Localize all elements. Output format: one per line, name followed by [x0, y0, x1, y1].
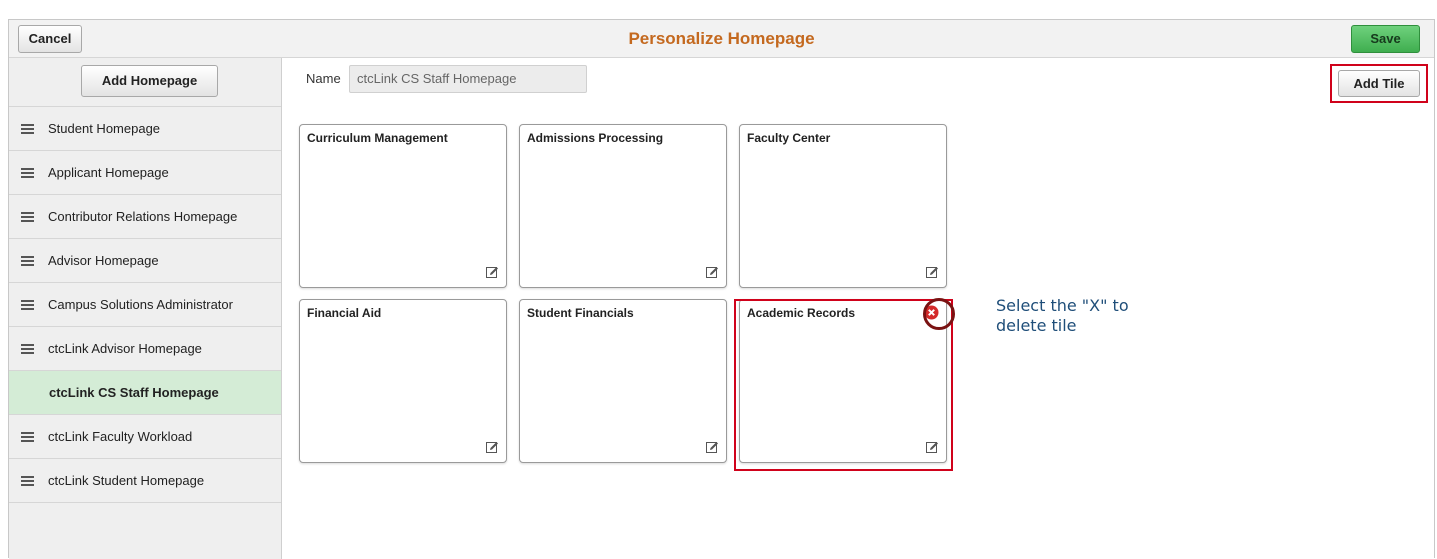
sidebar-item[interactable]: ctcLink CS Staff Homepage: [9, 371, 281, 415]
callout-text: Select the "X" to delete tile: [996, 296, 1166, 336]
save-button[interactable]: Save: [1351, 25, 1420, 53]
sidebar-item[interactable]: ctcLink Advisor Homepage: [9, 327, 281, 371]
edit-tile-icon[interactable]: [486, 266, 499, 279]
tile-title: Financial Aid: [307, 306, 382, 320]
homepage-sidebar: Add Homepage Student Homepage Applicant H…: [9, 58, 282, 559]
tile-workspace: Name ctcLink CS Staff Homepage Add Tile …: [282, 58, 1434, 559]
homepage-tile[interactable]: Faculty Center: [739, 124, 947, 288]
tile-title: Curriculum Management: [307, 131, 448, 145]
tile-title: Student Financials: [527, 306, 634, 320]
name-label: Name: [306, 71, 341, 86]
sidebar-item[interactable]: Applicant Homepage: [9, 151, 281, 195]
sidebar-item-label: ctcLink Advisor Homepage: [48, 341, 202, 356]
edit-tile-icon[interactable]: [486, 441, 499, 454]
sidebar-item[interactable]: Campus Solutions Administrator: [9, 283, 281, 327]
homepage-tile[interactable]: Financial Aid: [299, 299, 507, 463]
sidebar-item-label: Applicant Homepage: [48, 165, 169, 180]
drag-handle-icon[interactable]: [21, 344, 34, 355]
drag-handle-icon[interactable]: [21, 168, 34, 179]
sidebar-item-label: Advisor Homepage: [48, 253, 159, 268]
drag-handle-icon[interactable]: [21, 476, 34, 487]
sidebar-item[interactable]: Student Homepage: [9, 107, 281, 151]
drag-handle-icon[interactable]: [21, 212, 34, 223]
drag-handle-icon[interactable]: [21, 124, 34, 135]
academic-records-highlight: [734, 299, 953, 471]
add-homepage-button[interactable]: Add Homepage: [81, 65, 218, 97]
homepage-name-field[interactable]: ctcLink CS Staff Homepage: [349, 65, 587, 93]
homepage-tile[interactable]: Student Financials: [519, 299, 727, 463]
sidebar-item[interactable]: Advisor Homepage: [9, 239, 281, 283]
drag-handle-icon[interactable]: [21, 256, 34, 267]
drag-handle-icon[interactable]: [21, 432, 34, 443]
sidebar-item-label: Student Homepage: [48, 121, 161, 136]
add-homepage-area: Add Homepage: [9, 58, 281, 107]
sidebar-item[interactable]: ctcLink Faculty Workload: [9, 415, 281, 459]
callout-line-1: Select the "X" to: [996, 296, 1129, 315]
homepage-tile[interactable]: Curriculum Management: [299, 124, 507, 288]
page-title: Personalize Homepage: [628, 29, 815, 48]
drag-handle-icon[interactable]: [21, 300, 34, 311]
edit-tile-icon[interactable]: [706, 441, 719, 454]
sidebar-item-label: ctcLink Faculty Workload: [48, 429, 193, 444]
edit-tile-icon[interactable]: [926, 266, 939, 279]
add-tile-button[interactable]: Add Tile: [1338, 70, 1420, 97]
homepage-tile[interactable]: Admissions Processing: [519, 124, 727, 288]
personalize-homepage-window: Cancel Personalize Homepage Save Add Hom…: [8, 19, 1435, 559]
delete-circle-callout: [923, 298, 955, 330]
sidebar-item[interactable]: Contributor Relations Homepage: [9, 195, 281, 239]
callout-line-2: delete tile: [996, 316, 1077, 335]
tile-title: Faculty Center: [747, 131, 831, 145]
header-bar: Cancel Personalize Homepage Save: [9, 20, 1434, 58]
sidebar-item-label: ctcLink Student Homepage: [48, 473, 205, 488]
sidebar-item-label: ctcLink CS Staff Homepage: [49, 385, 219, 400]
sidebar-item[interactable]: ctcLink Student Homepage: [9, 459, 281, 503]
sidebar-item-label: Contributor Relations Homepage: [48, 209, 238, 224]
tile-title: Admissions Processing: [527, 131, 664, 145]
sidebar-item-label: Campus Solutions Administrator: [48, 297, 233, 312]
edit-tile-icon[interactable]: [706, 266, 719, 279]
